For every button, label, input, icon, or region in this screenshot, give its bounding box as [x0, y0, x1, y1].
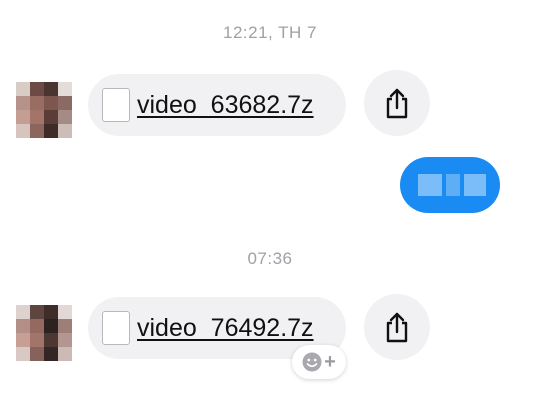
file-name-link[interactable]: video_63682.7z — [137, 91, 314, 120]
avatar[interactable] — [16, 305, 72, 361]
share-icon — [386, 88, 408, 119]
share-button[interactable] — [364, 294, 430, 360]
share-icon — [386, 312, 408, 343]
smiley-icon — [302, 352, 322, 372]
plus-icon: + — [324, 351, 336, 373]
file-name-link[interactable]: video_76492.7z — [137, 314, 314, 343]
obscured-message-text — [418, 174, 486, 196]
timestamp: 12:21, TH 7 — [222, 23, 318, 42]
timestamp: 07:36 — [247, 249, 293, 268]
document-icon — [102, 88, 130, 122]
file-attachment-bubble[interactable]: video_63682.7z — [88, 74, 346, 136]
share-button[interactable] — [364, 70, 430, 136]
avatar[interactable] — [16, 82, 72, 138]
chat-thread: 12:21, TH 7 video_63682.7z 07:36 video_7… — [0, 0, 540, 414]
outgoing-message-bubble[interactable] — [400, 157, 500, 213]
document-icon — [102, 311, 130, 345]
add-reaction-button[interactable]: + — [292, 345, 346, 379]
